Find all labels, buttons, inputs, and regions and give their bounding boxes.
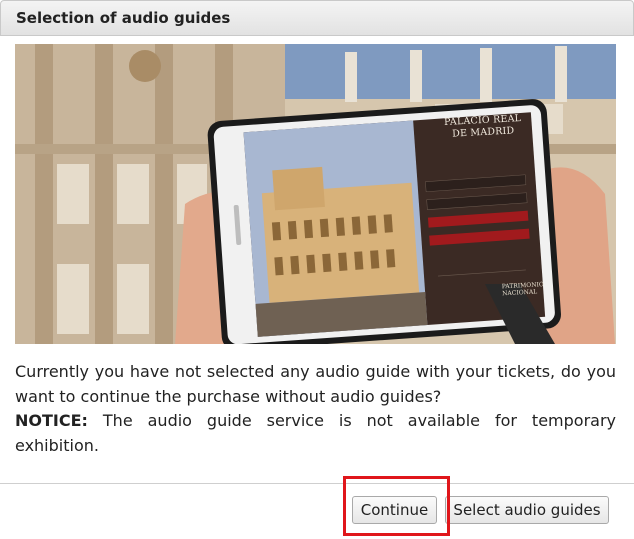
- dialog-message: Currently you have not selected any audi…: [15, 360, 616, 458]
- footer-divider: [0, 483, 634, 484]
- notice-label: NOTICE:: [15, 411, 88, 430]
- notice-text: The audio guide service is not available…: [15, 411, 616, 455]
- tablet-screen-heading: PALACIO REAL DE MADRID: [443, 113, 522, 140]
- no-audio-guide-question: Currently you have not selected any audi…: [15, 362, 616, 406]
- notice-paragraph: NOTICE: The audio guide service is not a…: [15, 409, 616, 458]
- select-audio-guides-button[interactable]: Select audio guides: [445, 496, 609, 524]
- continue-button[interactable]: Continue: [352, 496, 437, 524]
- audio-guide-dialog: Selection of audio guides PALACIO REAL D…: [0, 0, 634, 539]
- dialog-title-bar: Selection of audio guides: [0, 0, 634, 36]
- tablet-screen-logo: PATRIMONIO NACIONAL: [501, 281, 544, 298]
- promo-illustration: [15, 44, 616, 344]
- audio-guide-promo-image: PALACIO REAL DE MADRID PATRIMONIO NACION…: [15, 44, 616, 344]
- dialog-title: Selection of audio guides: [16, 9, 231, 27]
- clock: [129, 50, 161, 82]
